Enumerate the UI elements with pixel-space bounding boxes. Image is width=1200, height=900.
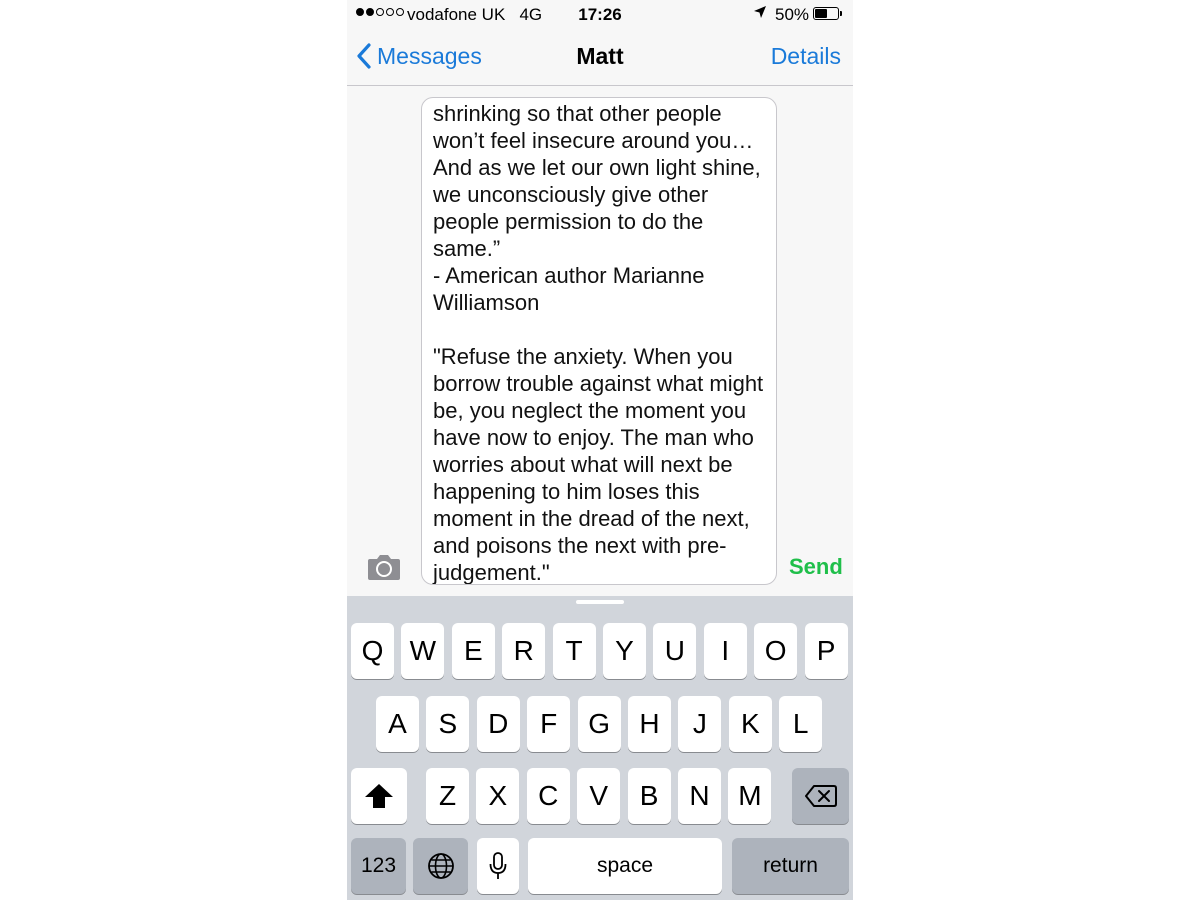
- send-button[interactable]: Send: [789, 554, 843, 580]
- key-z[interactable]: Z: [426, 768, 469, 824]
- key-u[interactable]: U: [653, 623, 697, 679]
- key-k[interactable]: K: [728, 696, 772, 752]
- backspace-icon: [804, 785, 837, 807]
- location-arrow-icon: [753, 5, 767, 23]
- phone-screen: vodafone UK 4G 17:26 50% Messages Matt D…: [347, 0, 853, 900]
- globe-icon: [427, 853, 454, 879]
- delete-key[interactable]: [792, 768, 849, 824]
- key-a[interactable]: A: [376, 696, 419, 752]
- space-key[interactable]: space: [528, 838, 722, 894]
- status-bar: vodafone UK 4G 17:26 50%: [347, 0, 853, 28]
- key-p[interactable]: P: [804, 623, 848, 679]
- key-c[interactable]: C: [526, 768, 570, 824]
- key-o[interactable]: O: [754, 623, 798, 679]
- keyboard-handle[interactable]: [576, 600, 624, 604]
- key-w[interactable]: W: [401, 623, 445, 679]
- key-x[interactable]: X: [476, 768, 520, 824]
- key-y[interactable]: Y: [603, 623, 646, 679]
- key-f[interactable]: F: [527, 696, 571, 752]
- key-r[interactable]: R: [502, 623, 546, 679]
- key-h[interactable]: H: [628, 696, 671, 752]
- details-button[interactable]: Details: [771, 43, 841, 70]
- message-input[interactable]: shrinking so that other people won’t fee…: [421, 97, 777, 585]
- microphone-icon: [489, 852, 507, 879]
- key-j[interactable]: J: [678, 696, 722, 752]
- key-l[interactable]: L: [779, 696, 823, 752]
- key-t[interactable]: T: [552, 623, 596, 679]
- key-d[interactable]: D: [476, 696, 520, 752]
- message-input-text: shrinking so that other people won’t fee…: [433, 101, 764, 585]
- key-q[interactable]: Q: [351, 623, 394, 679]
- key-e[interactable]: E: [451, 623, 495, 679]
- key-i[interactable]: I: [703, 623, 747, 679]
- camera-icon[interactable]: [367, 553, 401, 581]
- battery-icon: [813, 7, 842, 20]
- shift-arrow-icon: [365, 784, 393, 808]
- key-b[interactable]: B: [627, 768, 671, 824]
- numbers-key[interactable]: 123: [351, 838, 406, 894]
- shift-key[interactable]: [351, 768, 407, 824]
- navigation-bar: Messages Matt Details: [347, 28, 853, 86]
- key-g[interactable]: G: [577, 696, 621, 752]
- keyboard: Q W E R T Y U I O P A S D F G H J K L Z X C V B N M 123 space return: [347, 596, 853, 900]
- battery-percent: 50%: [775, 5, 810, 24]
- return-key[interactable]: return: [732, 838, 849, 894]
- microphone-key[interactable]: [477, 838, 519, 894]
- globe-key[interactable]: [413, 838, 468, 894]
- key-n[interactable]: N: [678, 768, 721, 824]
- key-s[interactable]: S: [426, 696, 470, 752]
- key-v[interactable]: V: [577, 768, 621, 824]
- key-m[interactable]: M: [728, 768, 772, 824]
